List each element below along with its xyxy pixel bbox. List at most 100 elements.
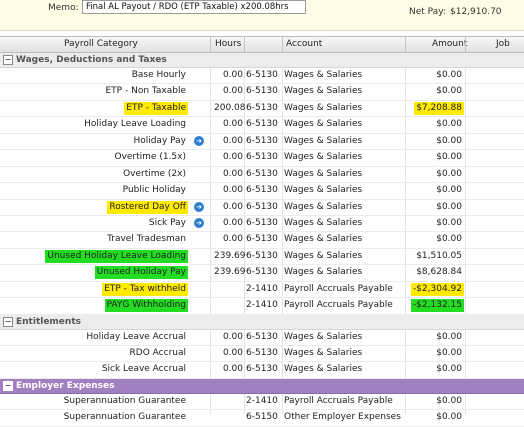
hours-cell[interactable]: 0.00 xyxy=(214,217,243,230)
table-row[interactable]: Unused Holiday Leave Loading 239.69 6-5130… xyxy=(0,249,524,266)
hours-cell[interactable]: 0.00 xyxy=(214,118,243,131)
account-number-cell[interactable]: 6-5130 xyxy=(246,347,280,360)
table-row[interactable]: Holiday Leave Accrual 0.00 6-5130 Wages & S… xyxy=(0,330,524,346)
section-header[interactable]: − Wages, Deductions and Taxes xyxy=(0,53,524,68)
amount-cell[interactable]: $0.00 xyxy=(434,363,464,376)
collapse-icon[interactable]: − xyxy=(3,380,13,391)
payroll-category-cell: Base Hourly xyxy=(131,70,186,80)
amount-cell[interactable]: $0.00 xyxy=(434,411,464,424)
hours-cell[interactable] xyxy=(214,395,243,408)
amount-cell[interactable]: $0.00 xyxy=(434,151,464,164)
section-header[interactable]: − Employer Expenses xyxy=(0,378,524,394)
account-number-cell[interactable]: 6-5130 xyxy=(246,135,280,148)
hours-cell[interactable] xyxy=(214,411,243,424)
amount-cell[interactable]: $0.00 xyxy=(434,347,464,360)
hours-cell[interactable]: 239.69 xyxy=(214,266,246,279)
hours-cell[interactable]: 0.00 xyxy=(214,85,243,98)
amount-cell[interactable]: $8,628.84 xyxy=(414,266,464,279)
hours-cell[interactable]: 0.00 xyxy=(214,233,243,246)
table-row[interactable]: Overtime (2x) 0.00 6-5130 Wages & Salaries $… xyxy=(0,167,524,184)
table-row[interactable]: Holiday Leave Loading 0.00 6-5130 Wages & S… xyxy=(0,117,524,134)
account-number-cell[interactable]: 6-5130 xyxy=(246,331,280,344)
amount-cell[interactable]: -$2,132.15 xyxy=(410,299,464,313)
table-row[interactable]: PAYG Withholding 2-1410 Payroll Accruals P… xyxy=(0,298,524,315)
collapse-icon[interactable]: − xyxy=(3,55,13,65)
hours-cell[interactable]: 0.00 xyxy=(214,151,243,164)
table-row[interactable]: Superannuation Guarantee 6-5150 Other Empl… xyxy=(0,410,524,427)
payroll-category-cell: Overtime (2x) xyxy=(123,168,186,179)
col-header-account[interactable]: Account xyxy=(286,39,322,49)
amount-cell[interactable]: $0.00 xyxy=(434,168,464,181)
account-number-cell[interactable]: 6-5130 xyxy=(246,102,280,115)
col-header-hours[interactable]: Hours xyxy=(215,39,241,49)
hours-cell[interactable] xyxy=(214,299,243,312)
account-number-cell[interactable]: 2-1410 xyxy=(246,299,280,312)
amount-cell[interactable]: $0.00 xyxy=(434,233,464,246)
amount-cell[interactable]: $0.00 xyxy=(434,135,464,148)
amount-cell[interactable]: $0.00 xyxy=(434,331,464,344)
account-number-cell[interactable]: 6-5130 xyxy=(246,151,280,164)
account-number-cell[interactable]: 6-5130 xyxy=(246,217,280,230)
arrow-right-circle-icon[interactable]: ➔ xyxy=(194,201,204,212)
table-row[interactable]: RDO Accrual 0.00 6-5130 Wages & Salaries $0.… xyxy=(0,346,524,363)
account-number-cell[interactable]: 6-5150 xyxy=(246,411,280,424)
amount-cell[interactable]: $0.00 xyxy=(434,217,464,230)
account-number-cell[interactable]: 6-5130 xyxy=(246,266,280,279)
hours-cell[interactable]: 0.00 xyxy=(214,135,243,148)
arrow-right-circle-icon[interactable]: ➔ xyxy=(194,217,204,228)
hours-cell[interactable]: 0.00 xyxy=(214,69,243,82)
table-row[interactable]: Overtime (1.5x) 0.00 6-5130 Wages & Salarie… xyxy=(0,150,524,167)
col-header-payroll-category[interactable]: Payroll Category xyxy=(64,39,138,49)
account-number-cell[interactable]: 6-5130 xyxy=(246,168,280,181)
table-row[interactable]: Sick Leave Accrual 0.00 6-5130 Wages & Sala… xyxy=(0,362,524,379)
account-number-cell[interactable]: 6-5130 xyxy=(246,201,280,214)
amount-cell[interactable]: $0.00 xyxy=(434,395,464,408)
amount-cell[interactable]: $0.00 xyxy=(434,85,464,98)
account-number-cell[interactable]: 6-5130 xyxy=(246,363,280,376)
table-row[interactable]: Unused Holiday Pay 239.69 6-5130 Wages & Sa… xyxy=(0,265,524,282)
table-row[interactable]: Public Holiday 0.00 6-5130 Wages & Salaries… xyxy=(0,183,524,200)
account-number-cell[interactable]: 6-5130 xyxy=(246,233,280,246)
hours-cell[interactable]: 0.00 xyxy=(214,168,243,181)
col-header-job[interactable]: Job xyxy=(496,39,510,49)
hours-cell[interactable]: 0.00 xyxy=(214,347,243,360)
table-row[interactable]: ETP - Tax withheld 2-1410 Payroll Accruals… xyxy=(0,282,524,299)
hours-cell[interactable]: 239.69 xyxy=(214,250,246,263)
amount-cell[interactable]: $0.00 xyxy=(434,118,464,131)
payroll-category-cell: Holiday Leave Loading xyxy=(84,119,186,130)
table-row[interactable]: Rostered Day Off ➔ 0.00 6-5130 Wages & Salar… xyxy=(0,200,524,216)
account-number-cell[interactable]: 6-5130 xyxy=(246,85,280,98)
hours-cell[interactable]: 0.00 xyxy=(214,184,243,197)
table-row[interactable]: ETP - Non Taxable 0.00 6-5130 Wages & Salar… xyxy=(0,84,524,101)
memo-input[interactable]: Final AL Payout / RDO (ETP Taxable) x200… xyxy=(82,0,306,14)
amount-cell[interactable]: $1,510.05 xyxy=(414,250,464,263)
table-row[interactable]: Travel Tradesman 0.00 6-5130 Wages & Salari… xyxy=(0,232,524,249)
account-number-cell[interactable]: 6-5130 xyxy=(246,118,280,131)
table-row[interactable]: Superannuation Guarantee 2-1410 Payroll Ac… xyxy=(0,394,524,411)
col-header-amount[interactable]: Amount xyxy=(432,39,467,49)
payroll-category-cell: ETP - Tax withheld xyxy=(102,282,188,296)
hours-cell[interactable]: 200.08 xyxy=(214,102,246,115)
hours-cell[interactable]: 0.00 xyxy=(214,201,243,214)
table-row[interactable]: Sick Pay ➔ 0.00 6-5130 Wages & Salaries $0.00 xyxy=(0,216,524,233)
amount-cell[interactable]: $0.00 xyxy=(434,184,464,197)
account-number-cell[interactable]: 6-5130 xyxy=(246,250,280,263)
table-row[interactable]: ETP - Taxable 200.08 6-5130 Wages & Salarie… xyxy=(0,101,524,118)
table-row[interactable]: Base Hourly 0.00 6-5130 Wages & Salaries $0.… xyxy=(0,68,524,85)
amount-cell[interactable]: $7,208.88 xyxy=(414,101,464,115)
hours-cell[interactable] xyxy=(214,283,243,296)
account-number-cell[interactable]: 2-1410 xyxy=(246,395,280,408)
amount-cell[interactable]: $0.00 xyxy=(434,201,464,214)
table-row[interactable]: Holiday Pay ➔ 0.00 6-5130 Wages & Salaries $0… xyxy=(0,134,524,151)
account-number-cell[interactable]: 6-5130 xyxy=(246,69,280,82)
account-number-cell[interactable]: 2-1410 xyxy=(246,283,280,296)
header-divider xyxy=(244,37,245,52)
hours-cell[interactable]: 0.00 xyxy=(214,331,243,344)
collapse-icon[interactable]: − xyxy=(3,316,13,327)
arrow-right-circle-icon[interactable]: ➔ xyxy=(194,135,204,146)
hours-cell[interactable]: 0.00 xyxy=(214,363,243,376)
account-number-cell[interactable]: 6-5130 xyxy=(246,184,280,197)
amount-cell[interactable]: -$2,304.92 xyxy=(410,282,464,296)
section-header[interactable]: − Entitlements xyxy=(0,314,524,330)
amount-cell[interactable]: $0.00 xyxy=(434,69,464,82)
